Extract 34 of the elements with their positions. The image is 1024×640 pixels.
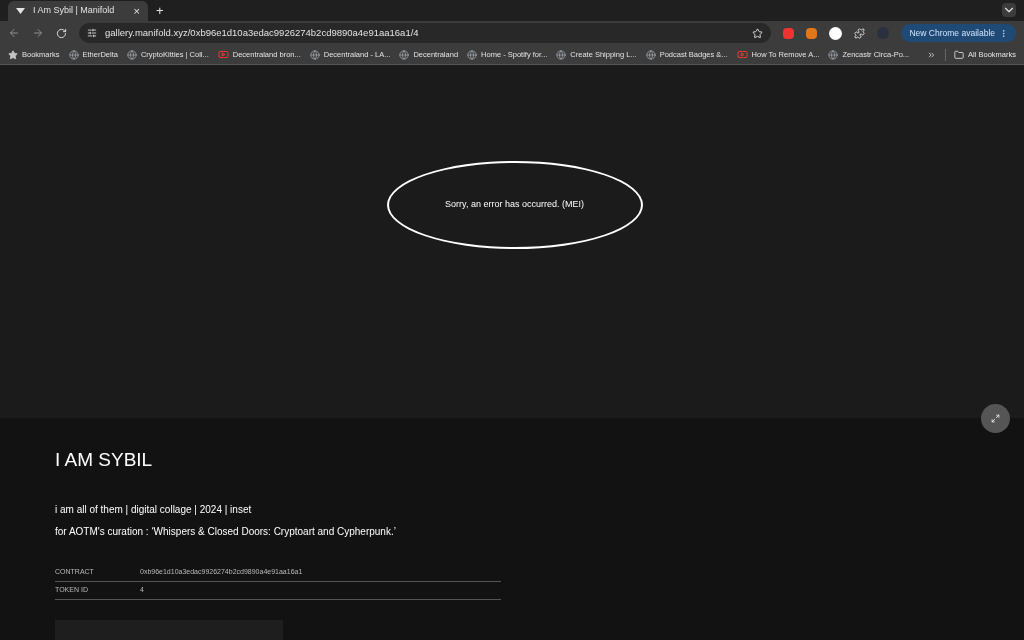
globe-icon (556, 49, 567, 60)
expand-button[interactable] (981, 404, 1010, 433)
play-icon (736, 49, 748, 61)
update-button[interactable]: New Chrome available (901, 24, 1016, 43)
tab-close-button[interactable]: × (133, 2, 140, 20)
error-message: Sorry, an error has occurred. (MEI) (445, 198, 584, 212)
globe-icon (68, 49, 79, 60)
description-text: for AOTM's curation : ‘Whispers & Closed Doors: Cryptoart and Cypherpunk.’ (55, 525, 397, 539)
menu-icon (999, 28, 1008, 38)
url-text: gallery.manifold.xyz/0xb96e1d10a3edac9926274b2cd9890a4e91aa16a1/4 (105, 26, 420, 41)
globe-icon (126, 49, 137, 60)
globe-icon (399, 49, 410, 60)
site-logo-icon (16, 8, 25, 14)
back-icon[interactable] (8, 27, 20, 40)
expand-icon (991, 414, 1000, 423)
description-text: i am all of them | digital collage | 2024 | inset (55, 503, 253, 517)
globe-icon (467, 49, 478, 60)
browser-tab[interactable]: I Am Sybil | Manifold × (8, 1, 148, 21)
new-tab-button[interactable]: + (156, 1, 164, 21)
bookmark-star-icon[interactable] (752, 27, 764, 39)
play-icon (217, 49, 229, 61)
site-settings-icon[interactable] (87, 28, 97, 39)
extension-icon[interactable] (829, 26, 843, 40)
folder-icon (954, 49, 965, 60)
star-icon (8, 49, 18, 60)
globe-icon (645, 49, 656, 60)
artwork-title: I AM SYBIL (55, 450, 154, 469)
tab-search-icon[interactable] (1002, 3, 1016, 17)
reload-icon[interactable] (56, 27, 67, 39)
extensions-icon[interactable] (854, 27, 866, 39)
globe-icon (828, 49, 839, 60)
tab-title: I Am Sybil | Manifold (33, 4, 116, 18)
address-bar[interactable]: gallery.manifold.xyz/0xb96e1d10a3edac9926274b2cd9890a4e91aa16a1/4 (79, 23, 772, 44)
globe-icon (309, 49, 320, 60)
